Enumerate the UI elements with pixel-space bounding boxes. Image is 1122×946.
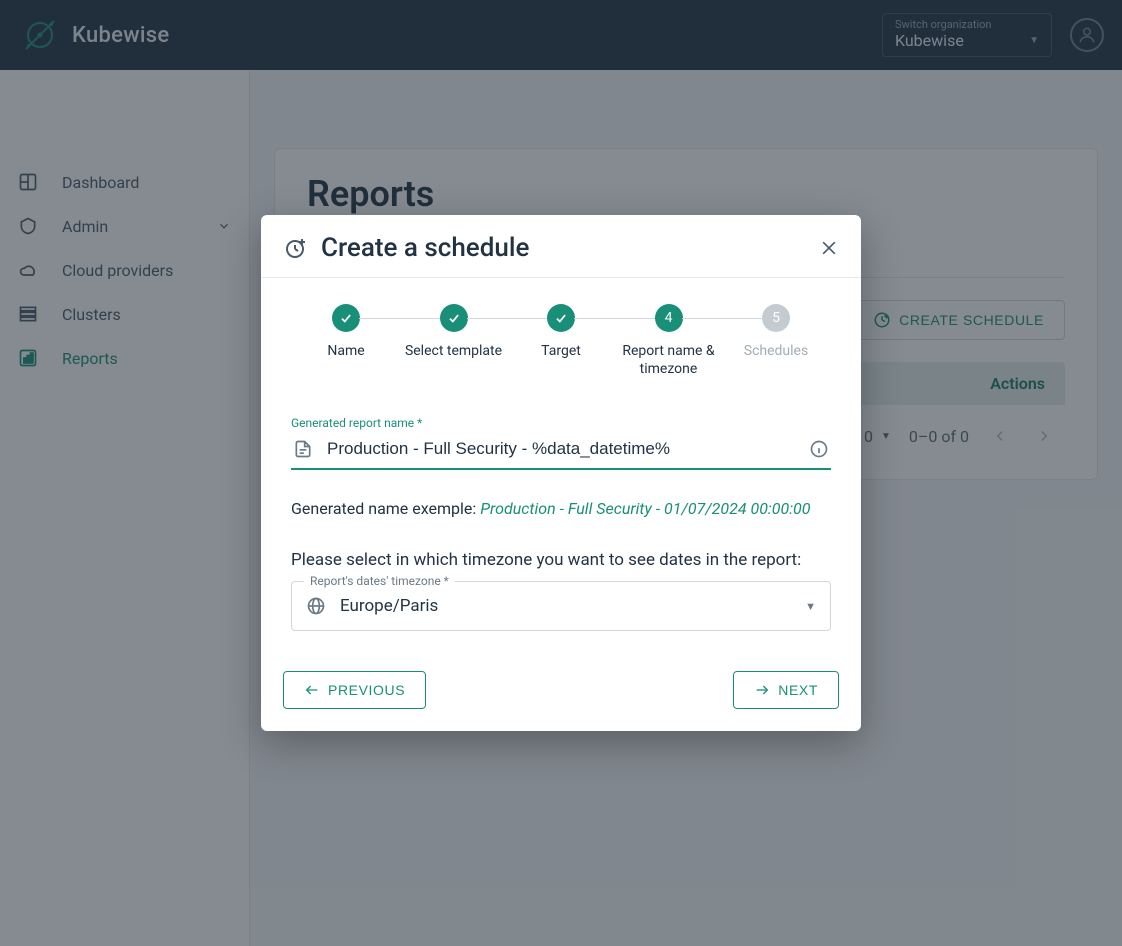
example-prefix: Generated name exemple: (291, 499, 480, 518)
next-button[interactable]: NEXT (733, 671, 839, 709)
dialog-title: Create a schedule (321, 233, 805, 263)
example-value: Production - Full Security - 01/07/2024 … (480, 499, 810, 518)
step-report-name-timezone[interactable]: 4 Report name & timezone (614, 304, 724, 378)
timezone-select[interactable]: Report's dates' timezone * Europe/Paris … (291, 581, 831, 631)
clock-plus-icon (283, 236, 307, 260)
document-icon (293, 439, 313, 459)
modal-overlay: Create a schedule Name Select template (0, 0, 1122, 946)
arrow-right-icon (754, 682, 770, 698)
generated-name-example: Generated name exemple: Production - Ful… (291, 496, 831, 522)
timezone-note: Please select in which timezone you want… (291, 548, 831, 574)
step-label: Report name & timezone (614, 342, 724, 378)
report-name-label: Generated report name * (291, 416, 831, 430)
close-icon (819, 238, 839, 258)
step-label: Select template (405, 342, 502, 360)
step-target[interactable]: Target (506, 304, 616, 360)
button-label: NEXT (778, 682, 818, 698)
timezone-value: Europe/Paris (340, 596, 791, 616)
check-icon (339, 311, 353, 325)
step-name[interactable]: Name (291, 304, 401, 360)
info-icon[interactable] (809, 439, 829, 459)
close-button[interactable] (819, 238, 839, 258)
step-label: Name (327, 342, 364, 360)
report-name-input[interactable] (325, 438, 797, 460)
arrow-left-icon (304, 682, 320, 698)
report-name-field[interactable] (291, 430, 831, 470)
step-schedules[interactable]: 5 Schedules (721, 304, 831, 360)
timezone-label: Report's dates' timezone * (304, 574, 455, 588)
check-icon (554, 311, 568, 325)
create-schedule-dialog: Create a schedule Name Select template (261, 215, 861, 731)
globe-icon (306, 596, 326, 616)
step-select-template[interactable]: Select template (399, 304, 509, 360)
triangle-down-icon: ▼ (805, 600, 816, 613)
check-icon (447, 311, 461, 325)
step-number: 5 (762, 304, 790, 332)
previous-button[interactable]: PREVIOUS (283, 671, 426, 709)
stepper: Name Select template Target 4 Report nam… (261, 278, 861, 398)
button-label: PREVIOUS (328, 682, 405, 698)
step-label: Target (541, 342, 581, 360)
step-number: 4 (655, 304, 683, 332)
step-label: Schedules (744, 342, 808, 360)
